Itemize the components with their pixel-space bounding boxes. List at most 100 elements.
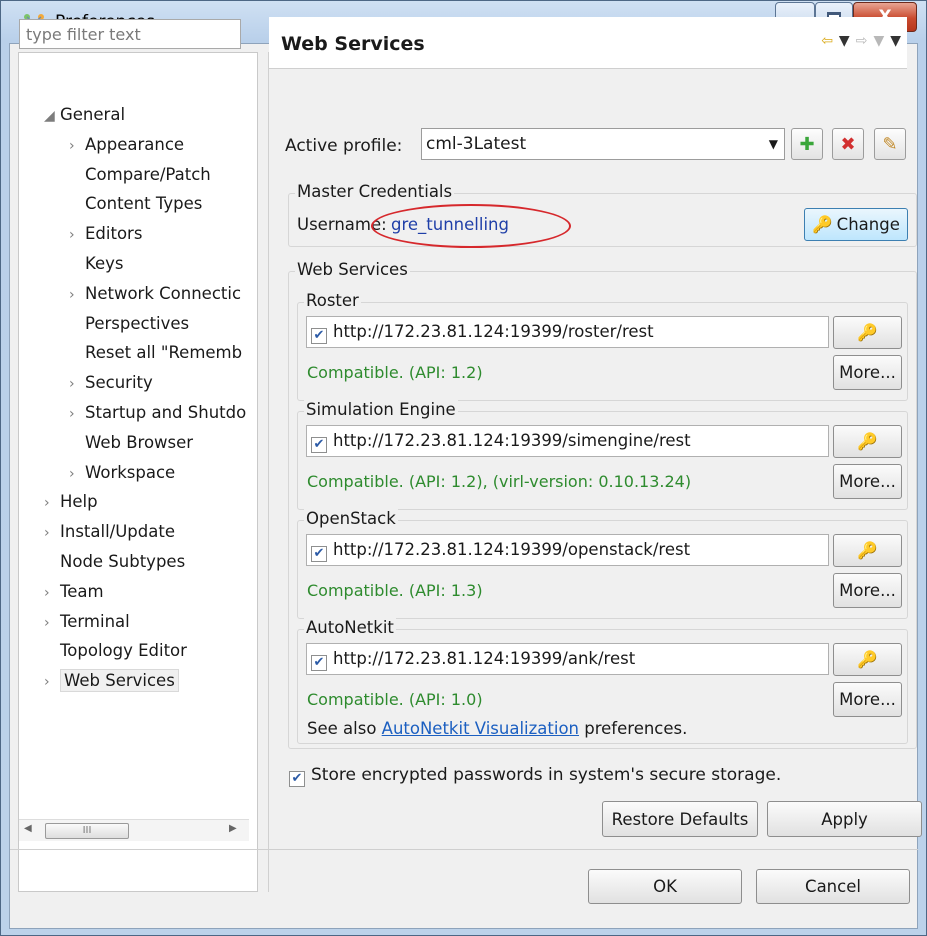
roster-more-button[interactable]: More... — [833, 355, 902, 390]
simengine-more-button[interactable]: More... — [833, 464, 902, 499]
back-dropdown-icon[interactable]: ▼ — [839, 33, 850, 49]
delete-profile-button[interactable]: ✖ — [832, 128, 864, 160]
collapsed-arrow-icon[interactable]: › — [44, 668, 60, 696]
apply-button[interactable]: Apply — [767, 801, 922, 837]
cancel-button[interactable]: Cancel — [756, 869, 910, 904]
collapsed-arrow-icon[interactable]: › — [69, 281, 85, 309]
simengine-url-field[interactable]: ✔ http://172.23.81.124:19399/simengine/re… — [306, 425, 829, 457]
openstack-url-field[interactable]: ✔ http://172.23.81.124:19399/openstack/re… — [306, 534, 829, 566]
collapsed-arrow-icon[interactable]: › — [69, 221, 85, 249]
tree-item-label: Web Services — [60, 669, 179, 693]
scroll-right-icon[interactable]: ▶ — [229, 823, 237, 834]
change-button-label: Change — [836, 215, 900, 234]
tree-item[interactable]: Perspectives — [69, 310, 189, 338]
roster-enabled-checkbox[interactable]: ✔ — [311, 328, 327, 344]
collapsed-arrow-icon[interactable]: › — [69, 132, 85, 160]
collapsed-arrow-icon[interactable]: › — [44, 609, 60, 637]
collapsed-arrow-icon[interactable]: › — [69, 370, 85, 398]
openstack-enabled-checkbox[interactable]: ✔ — [311, 546, 327, 562]
master-credentials-title: Master Credentials — [295, 182, 455, 201]
back-arrow-icon[interactable]: ⇦ — [821, 33, 833, 49]
autonetkit-status: Compatible. (API: 1.0) — [307, 690, 483, 709]
panel-divider[interactable] — [268, 52, 269, 892]
collapsed-arrow-icon[interactable]: › — [69, 400, 85, 428]
tree-item[interactable]: Web Browser — [69, 429, 193, 457]
simengine-credentials-button[interactable]: 🔑 — [833, 425, 902, 458]
active-profile-select[interactable]: cml-3Latest ▼ — [421, 128, 785, 160]
roster-credentials-button[interactable]: 🔑 — [833, 316, 902, 349]
openstack-title: OpenStack — [304, 509, 398, 528]
plus-icon: ✚ — [799, 133, 815, 155]
tree-item[interactable]: Topology Editor — [44, 637, 187, 665]
filter-input[interactable] — [19, 19, 241, 49]
simengine-title: Simulation Engine — [304, 400, 458, 419]
cancel-label: Cancel — [805, 877, 861, 896]
see-also-prefix: See also — [307, 719, 382, 738]
tree-item[interactable]: › Workspace — [69, 459, 175, 487]
tree-item[interactable]: › Startup and Shutdo — [69, 399, 246, 427]
openstack-url-value: http://172.23.81.124:19399/openstack/res… — [333, 540, 691, 559]
chevron-down-icon: ▼ — [768, 137, 778, 151]
store-passwords-option[interactable]: ✔ Store encrypted passwords in system's s… — [289, 765, 781, 787]
roster-url-field[interactable]: ✔ http://172.23.81.124:19399/roster/rest — [306, 316, 829, 348]
tree-item[interactable]: › Help — [44, 488, 98, 516]
page-title: Web Services — [281, 33, 425, 55]
ok-button[interactable]: OK — [588, 869, 742, 904]
forward-dropdown-icon[interactable]: ▼ — [873, 33, 884, 49]
collapsed-arrow-icon[interactable]: › — [44, 489, 60, 517]
tree-item[interactable]: › Appearance — [69, 131, 184, 159]
forward-arrow-icon[interactable]: ⇨ — [856, 33, 868, 49]
collapsed-arrow-icon[interactable]: › — [44, 519, 60, 547]
change-credentials-button[interactable]: 🔑 Change — [804, 208, 908, 241]
key-icon: 🔑 — [812, 214, 833, 234]
tree-item[interactable]: › Terminal — [44, 608, 130, 636]
openstack-more-button[interactable]: More... — [833, 573, 902, 608]
expanded-arrow-icon[interactable]: ◢ — [44, 102, 60, 130]
autonetkit-more-button[interactable]: More... — [833, 682, 902, 717]
tree-item[interactable]: › Security — [69, 369, 153, 397]
key-icon: 🔑 — [857, 431, 878, 451]
tree-item[interactable]: › Editors — [69, 220, 142, 248]
pencil-icon: ✎ — [882, 133, 898, 155]
more-button-label: More... — [839, 581, 896, 600]
collapsed-arrow-icon[interactable]: › — [69, 460, 85, 488]
autonetkit-enabled-checkbox[interactable]: ✔ — [311, 655, 327, 671]
tree-item[interactable]: Content Types — [69, 190, 202, 218]
tree-item-label: Startup and Shutdo — [85, 403, 247, 422]
tree-item[interactable]: Reset all "Rememb — [69, 339, 242, 367]
ok-label: OK — [653, 877, 677, 896]
restore-defaults-button[interactable]: Restore Defaults — [602, 801, 758, 837]
restore-defaults-label: Restore Defaults — [611, 809, 749, 829]
scroll-thumb[interactable]: III — [45, 823, 129, 839]
tree-item[interactable]: Keys — [69, 250, 124, 278]
tree-item[interactable]: › Install/Update — [44, 518, 175, 546]
add-profile-button[interactable]: ✚ — [791, 128, 823, 160]
scroll-left-icon[interactable]: ◀ — [24, 823, 32, 834]
roster-url-value: http://172.23.81.124:19399/roster/rest — [333, 322, 654, 341]
autonetkit-visualization-link[interactable]: AutoNetkit Visualization — [382, 719, 579, 738]
simengine-enabled-checkbox[interactable]: ✔ — [311, 437, 327, 453]
autonetkit-url-field[interactable]: ✔ http://172.23.81.124:19399/ank/rest — [306, 643, 829, 675]
tree-item[interactable]: Compare/Patch — [69, 161, 211, 189]
edit-profile-button[interactable]: ✎ — [874, 128, 906, 160]
tree-item-label: Install/Update — [60, 522, 175, 542]
autonetkit-credentials-button[interactable]: 🔑 — [833, 643, 902, 676]
tree-item[interactable]: › Web Services — [44, 667, 179, 695]
store-passwords-checkbox[interactable]: ✔ — [289, 771, 305, 787]
openstack-credentials-button[interactable]: 🔑 — [833, 534, 902, 567]
tree-item[interactable]: Node Subtypes — [44, 548, 185, 576]
tree-item-label: Topology Editor — [60, 641, 187, 661]
collapsed-arrow-icon[interactable]: › — [44, 579, 60, 607]
view-menu-icon[interactable]: ▼ — [890, 33, 901, 49]
tree-item-label: Terminal — [60, 611, 130, 631]
tree-item-label: Workspace — [85, 462, 176, 482]
tree-item[interactable]: › Team — [44, 578, 104, 606]
tree-item-label: Security — [85, 373, 153, 393]
tree-item-label: Team — [60, 581, 104, 601]
tree-item-label: Perspectives — [85, 313, 190, 333]
tree-horizontal-scrollbar[interactable]: ◀ III ▶ — [19, 819, 249, 841]
tree-item-label: Node Subtypes — [60, 552, 186, 571]
tree-item[interactable]: ◢ General — [44, 101, 125, 129]
tree-item[interactable]: › Network Connectic — [69, 280, 241, 308]
tree-item-label: Help — [60, 492, 98, 512]
